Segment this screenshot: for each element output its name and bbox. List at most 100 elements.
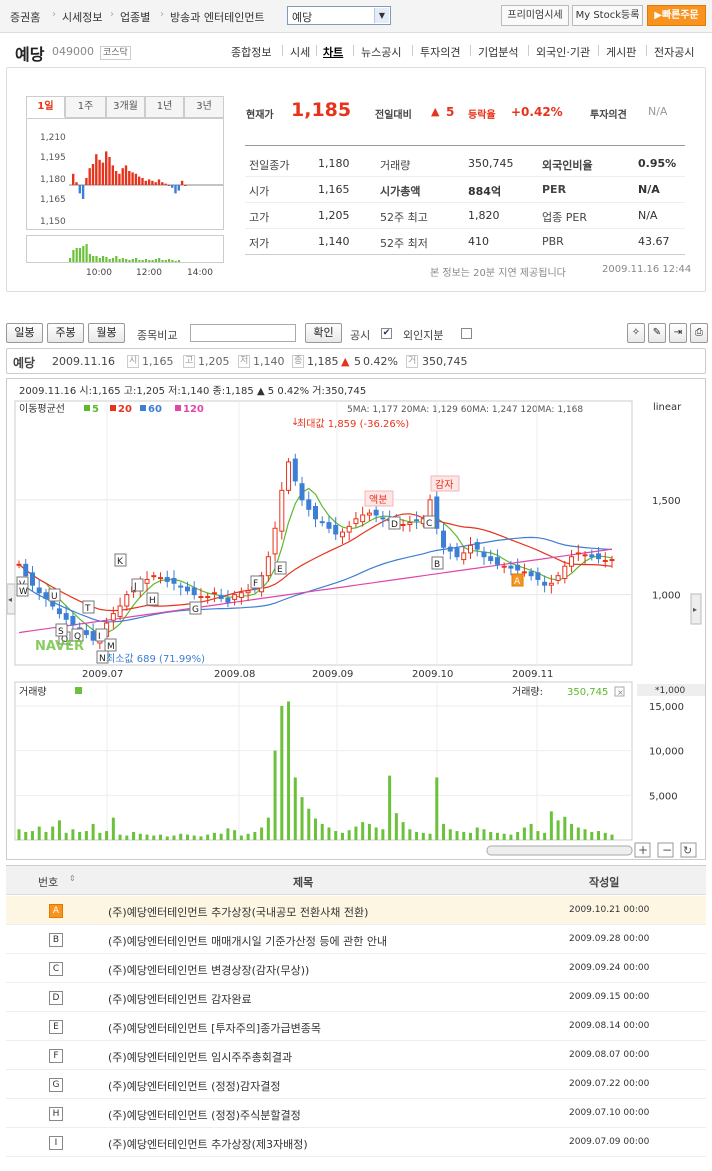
info-value: 1,165: [318, 183, 350, 196]
candle-body: [178, 585, 184, 588]
plus-icon: +: [638, 843, 648, 857]
mini-volume-bar: [92, 256, 95, 262]
info-label: 고가: [249, 211, 270, 224]
breadcrumb-industry[interactable]: 방송과 엔터테인먼트: [170, 9, 265, 25]
breadcrumb-sector[interactable]: 업종별: [120, 9, 150, 25]
confirm-button[interactable]: 확인: [305, 323, 342, 343]
period-tab-3m[interactable]: 3개월: [106, 96, 145, 118]
breadcrumb-quotes[interactable]: 시세정보: [62, 9, 102, 25]
row-title-link[interactable]: (주)예당엔터테인먼트 임시주주총회결과: [108, 1049, 292, 1065]
table-row[interactable]: B (주)예당엔터테인먼트 매매개시일 기준가산정 등에 관한 안내 2009.09…: [6, 925, 706, 954]
info-high: 1,205: [198, 355, 230, 368]
table-row[interactable]: F (주)예당엔터테인먼트 임시주주총회결과 2009.08.07 00:00: [6, 1041, 706, 1070]
tab-board[interactable]: 게시판: [606, 44, 636, 60]
tab-analysis[interactable]: 기업분석: [478, 44, 518, 60]
volume-swatch: [75, 687, 82, 694]
tab-news[interactable]: 뉴스공시: [361, 44, 401, 60]
col-date: 작성일: [589, 876, 620, 889]
period-tab-3y[interactable]: 3년: [184, 96, 224, 118]
candle-body: [151, 575, 157, 578]
volume-bar: [388, 775, 392, 840]
tab-opinion[interactable]: 투자의견: [420, 44, 460, 60]
print-icon[interactable]: ⎙: [690, 323, 708, 343]
table-row[interactable]: I (주)예당엔터테인먼트 추가상장(제3자배정) 2009.07.09 00:00: [6, 1128, 706, 1157]
chevron-down-icon[interactable]: ▼: [374, 8, 389, 23]
volume-bar: [455, 831, 459, 840]
tab-quotes[interactable]: 시세: [290, 44, 310, 60]
period-tab-1d[interactable]: 1일: [26, 96, 65, 118]
event-marker-letter: F: [253, 579, 258, 589]
tab-overview[interactable]: 종합정보: [231, 44, 271, 60]
row-title-link[interactable]: (주)예당엔터테인먼트 [투자주의]종가급변종목: [108, 1020, 321, 1036]
table-row[interactable]: G (주)예당엔터테인먼트 (정정)감자결정 2009.07.22 00:00: [6, 1070, 706, 1099]
quick-order-button[interactable]: ▶빠른주문: [647, 5, 706, 26]
table-row[interactable]: C (주)예당엔터테인먼트 변경상장(감자(무상)) 2009.09.24 00:0…: [6, 954, 706, 983]
volume-y-tick: 10,000: [649, 747, 684, 758]
row-title-link[interactable]: (주)예당엔터테인먼트 감자완료: [108, 991, 252, 1007]
row-title-link[interactable]: (주)예당엔터테인먼트 변경상장(감자(무상)): [108, 962, 309, 978]
volume-bar: [132, 831, 136, 840]
delay-note: 본 정보는 20분 지연 제공됩니다: [430, 268, 566, 279]
notice-checkbox[interactable]: ✔: [381, 328, 392, 339]
table-row[interactable]: A (주)예당엔터테인먼트 추가상장(국내공모 전환사채 전환) 2009.10.2…: [6, 896, 706, 925]
table-row[interactable]: E (주)예당엔터테인먼트 [투자주의]종가급변종목 2009.08.14 00:0…: [6, 1012, 706, 1041]
candle-body: [535, 572, 541, 580]
cursor-icon[interactable]: ⇥: [669, 323, 687, 343]
volume-bar: [468, 832, 472, 840]
mystock-register-button[interactable]: My Stock등록: [572, 5, 643, 26]
stock-select[interactable]: 예당 ▼: [287, 6, 391, 25]
period-tab-1w[interactable]: 1주: [65, 96, 106, 118]
lightbulb-icon[interactable]: ✧: [627, 323, 645, 343]
volume-bar: [125, 835, 129, 840]
tab-chart[interactable]: 차트: [323, 44, 343, 60]
col-number[interactable]: 번호: [38, 874, 58, 890]
mini-price-bar: [118, 173, 121, 185]
candle-body: [117, 605, 123, 617]
mini-y-tick: 1,195: [40, 153, 66, 163]
mini-price-bar: [78, 185, 81, 194]
ma120-swatch: [175, 405, 181, 411]
rights-event-label: 액분: [369, 494, 387, 506]
volume-bar: [17, 829, 21, 840]
breadcrumb-home[interactable]: 증권홈: [10, 9, 40, 25]
compare-input[interactable]: [190, 324, 296, 342]
table-row[interactable]: D (주)예당엔터테인먼트 감자완료 2009.09.15 00:00: [6, 983, 706, 1012]
info-label: 52주 최고: [380, 211, 428, 224]
row-title-link[interactable]: (주)예당엔터테인먼트 (정정)감자결정: [108, 1078, 280, 1094]
row-title-link[interactable]: (주)예당엔터테인먼트 (정정)주식분할결정: [108, 1107, 301, 1123]
row-title-link[interactable]: (주)예당엔터테인먼트 추가상장(국내공모 전환사채 전환): [108, 904, 368, 920]
volume-value-label: 거래량:: [512, 686, 543, 698]
candle-body: [319, 521, 325, 524]
row-title-link[interactable]: (주)예당엔터테인먼트 추가상장(제3자배정): [108, 1136, 308, 1152]
date-x-tick: 2009.11: [512, 669, 553, 680]
volume-bar: [543, 832, 547, 840]
pencil-icon[interactable]: ✎: [648, 323, 666, 343]
foreign-checkbox[interactable]: [461, 328, 472, 339]
tab-foreign-inst[interactable]: 외국인·기관: [536, 44, 590, 60]
sort-icon[interactable]: ⇕: [69, 874, 76, 883]
premium-quote-button[interactable]: 프리미엄시세: [501, 5, 569, 26]
mini-volume-bar: [171, 260, 174, 262]
tab-divider: [470, 45, 471, 56]
volume-bar: [239, 835, 243, 840]
candle-body: [400, 523, 406, 526]
table-row[interactable]: H (주)예당엔터테인먼트 (정정)주식분할결정 2009.07.10 00:00: [6, 1099, 706, 1128]
monthly-chart-button[interactable]: 월봉: [88, 323, 125, 343]
event-marker-letter: U: [51, 592, 58, 602]
mini-price-bar: [161, 182, 164, 185]
candle-body: [70, 615, 76, 626]
row-date: 2009.10.21 00:00: [569, 905, 650, 915]
event-marker-letter: D: [391, 520, 398, 530]
row-title-link[interactable]: (주)예당엔터테인먼트 매매개시일 기준가산정 등에 관한 안내: [108, 933, 387, 949]
volume-bar: [152, 835, 156, 840]
chart-scrollbar[interactable]: [486, 845, 633, 856]
mini-volume-bar: [125, 259, 128, 262]
weekly-chart-button[interactable]: 주봉: [47, 323, 84, 343]
daily-chart-button[interactable]: 일봉: [6, 323, 43, 343]
tab-disclosure[interactable]: 전자공시: [654, 44, 694, 60]
mini-price-bar: [114, 171, 118, 185]
info-date: 2009.11.16: [52, 355, 115, 368]
candle-body: [515, 564, 521, 571]
period-tab-1y[interactable]: 1년: [145, 96, 184, 118]
tab-divider: [316, 45, 317, 56]
